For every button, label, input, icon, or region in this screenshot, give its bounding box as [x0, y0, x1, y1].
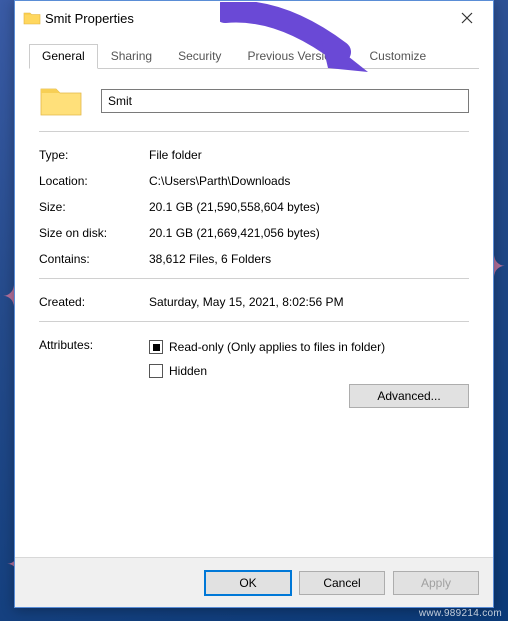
advanced-button[interactable]: Advanced...: [349, 384, 469, 408]
close-icon: [461, 12, 473, 24]
tab-sharing[interactable]: Sharing: [98, 44, 165, 69]
attributes-label: Attributes:: [39, 338, 149, 408]
close-button[interactable]: [447, 4, 487, 32]
size-label: Size:: [39, 200, 149, 214]
folder-name-input[interactable]: [101, 89, 469, 113]
created-label: Created:: [39, 295, 149, 309]
folder-icon: [23, 10, 41, 26]
apply-button[interactable]: Apply: [393, 571, 479, 595]
size-value: 20.1 GB (21,590,558,604 bytes): [149, 200, 469, 214]
contains-label: Contains:: [39, 252, 149, 266]
type-value: File folder: [149, 148, 469, 162]
type-label: Type:: [39, 148, 149, 162]
general-panel: Type: File folder Location: C:\Users\Par…: [15, 69, 493, 557]
size-on-disk-label: Size on disk:: [39, 226, 149, 240]
size-on-disk-value: 20.1 GB (21,669,421,056 bytes): [149, 226, 469, 240]
contains-value: 38,612 Files, 6 Folders: [149, 252, 469, 266]
readonly-label: Read-only (Only applies to files in fold…: [169, 340, 385, 354]
separator: [39, 321, 469, 322]
separator: [39, 278, 469, 279]
location-label: Location:: [39, 174, 149, 188]
readonly-checkbox[interactable]: [149, 340, 163, 354]
checkbox-indeterminate-icon: [153, 344, 160, 351]
cancel-button[interactable]: Cancel: [299, 571, 385, 595]
hidden-label: Hidden: [169, 364, 469, 378]
location-value: C:\Users\Parth\Downloads: [149, 174, 469, 188]
tab-security[interactable]: Security: [165, 44, 234, 69]
watermark: www.989214.com: [419, 608, 502, 619]
dialog-footer: OK Cancel Apply: [15, 557, 493, 607]
tab-customize[interactable]: Customize: [356, 44, 439, 69]
folder-large-icon: [39, 83, 83, 119]
properties-dialog: Smit Properties General Sharing Security…: [14, 0, 494, 608]
tab-general[interactable]: General: [29, 44, 98, 69]
hidden-checkbox[interactable]: [149, 364, 163, 378]
tab-strip: General Sharing Security Previous Versio…: [15, 35, 493, 69]
separator: [39, 131, 469, 132]
window-title: Smit Properties: [41, 11, 447, 26]
created-value: Saturday, May 15, 2021, 8:02:56 PM: [149, 295, 469, 309]
tab-previous-versions[interactable]: Previous Versions: [234, 44, 356, 69]
titlebar: Smit Properties: [15, 1, 493, 35]
ok-button[interactable]: OK: [205, 571, 291, 595]
